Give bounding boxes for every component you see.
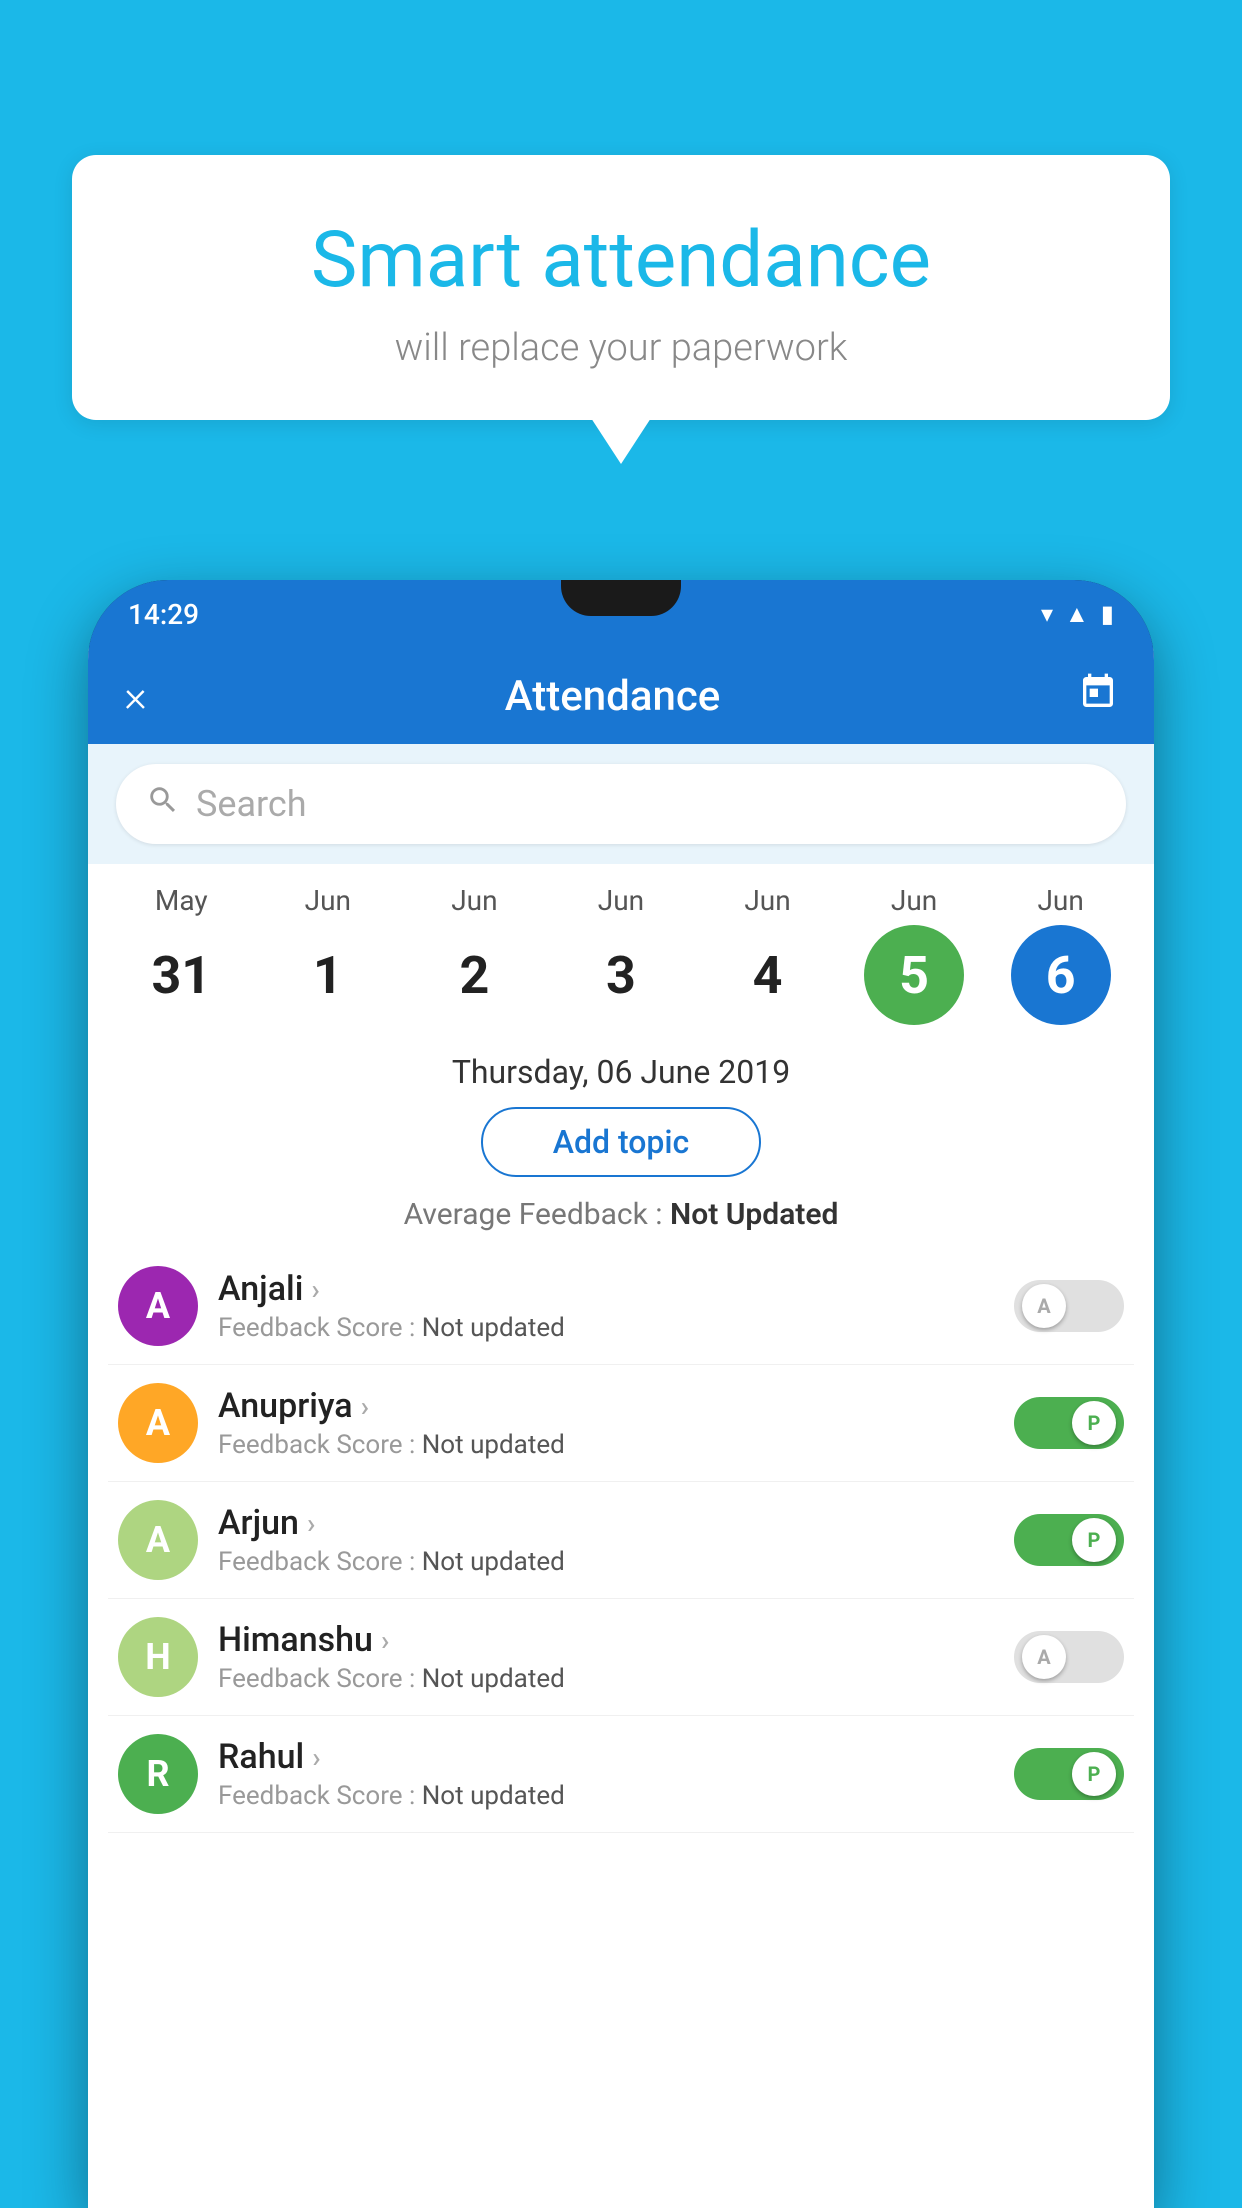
date-month: May <box>155 884 208 917</box>
date-number: 6 <box>1011 925 1111 1025</box>
date-number: 4 <box>718 925 818 1025</box>
signal-icon: ▲ <box>1065 600 1089 629</box>
search-bar[interactable]: Search <box>116 764 1126 844</box>
student-info: Anjali › Feedback Score : Not updated <box>218 1269 1014 1343</box>
student-avatar: A <box>118 1383 198 1463</box>
chevron-icon: › <box>312 1741 320 1774</box>
date-strip: May 31 Jun 1 Jun 2 Jun 3 Jun 4 Jun 5 Jun 6 <box>88 864 1154 1025</box>
student-info: Rahul › Feedback Score : Not updated <box>218 1737 1014 1811</box>
chevron-icon: › <box>311 1273 319 1306</box>
speech-bubble-title: Smart attendance <box>112 215 1130 306</box>
student-item-0[interactable]: AAnjali ›Feedback Score : Not updatedA <box>108 1248 1134 1365</box>
attendance-toggle-container[interactable]: P <box>1014 1748 1124 1800</box>
date-number: 1 <box>278 925 378 1025</box>
date-item-1[interactable]: Jun 1 <box>263 884 393 1025</box>
date-item-0[interactable]: May 31 <box>116 884 246 1025</box>
attendance-toggle-container[interactable]: A <box>1014 1631 1124 1683</box>
attendance-toggle[interactable]: A <box>1014 1631 1124 1683</box>
student-name: Anjali › <box>218 1269 1014 1309</box>
date-number: 3 <box>571 925 671 1025</box>
toggle-knob: P <box>1072 1752 1116 1796</box>
student-info: Himanshu › Feedback Score : Not updated <box>218 1620 1014 1694</box>
search-icon <box>146 783 180 826</box>
toggle-knob: P <box>1072 1401 1116 1445</box>
student-feedback: Feedback Score : Not updated <box>218 1313 1014 1343</box>
date-number: 31 <box>131 925 231 1025</box>
date-month: Jun <box>451 884 497 917</box>
date-month: Jun <box>891 884 937 917</box>
student-name: Anupriya › <box>218 1386 1014 1426</box>
student-info: Arjun › Feedback Score : Not updated <box>218 1503 1014 1577</box>
app-header: × Attendance <box>88 648 1154 744</box>
attendance-toggle-container[interactable]: P <box>1014 1397 1124 1449</box>
attendance-toggle[interactable]: P <box>1014 1514 1124 1566</box>
close-button[interactable]: × <box>124 670 147 722</box>
attendance-toggle-container[interactable]: P <box>1014 1514 1124 1566</box>
student-feedback: Feedback Score : Not updated <box>218 1547 1014 1577</box>
student-avatar: H <box>118 1617 198 1697</box>
student-name: Rahul › <box>218 1737 1014 1777</box>
calendar-icon[interactable] <box>1078 672 1118 721</box>
student-avatar: R <box>118 1734 198 1814</box>
speech-bubble-subtitle: will replace your paperwork <box>112 326 1130 370</box>
attendance-toggle[interactable]: P <box>1014 1397 1124 1449</box>
chevron-icon: › <box>381 1624 389 1657</box>
student-info: Anupriya › Feedback Score : Not updated <box>218 1386 1014 1460</box>
date-item-3[interactable]: Jun 3 <box>556 884 686 1025</box>
status-time: 14:29 <box>128 598 199 631</box>
phone-screen: × Attendance Search May 31 Jun 1 Jun 2 Jun 3 Jun <box>88 648 1154 2208</box>
student-name: Arjun › <box>218 1503 1014 1543</box>
date-item-6[interactable]: Jun 6 <box>996 884 1126 1025</box>
student-name: Himanshu › <box>218 1620 1014 1660</box>
add-topic-button[interactable]: Add topic <box>481 1107 761 1177</box>
toggle-knob: A <box>1022 1635 1066 1679</box>
speech-bubble: Smart attendance will replace your paper… <box>72 155 1170 420</box>
header-title: Attendance <box>505 672 720 721</box>
speech-bubble-container: Smart attendance will replace your paper… <box>72 155 1170 420</box>
attendance-toggle[interactable]: A <box>1014 1280 1124 1332</box>
date-month: Jun <box>1037 884 1083 917</box>
wifi-icon: ▾ <box>1041 600 1053 628</box>
student-item-2[interactable]: A Arjun › Feedback Score : Not updated P <box>108 1482 1134 1599</box>
avg-feedback: Average Feedback : Not Updated <box>88 1197 1154 1232</box>
date-item-4[interactable]: Jun 4 <box>703 884 833 1025</box>
student-feedback: Feedback Score : Not updated <box>218 1430 1014 1460</box>
date-number: 5 <box>864 925 964 1025</box>
chevron-icon: › <box>361 1390 369 1423</box>
date-item-2[interactable]: Jun 2 <box>409 884 539 1025</box>
date-month: Jun <box>744 884 790 917</box>
selected-date-label: Thursday, 06 June 2019 <box>88 1053 1154 1091</box>
status-icons: ▾ ▲ ▮ <box>1041 600 1114 629</box>
date-item-5[interactable]: Jun 5 <box>849 884 979 1025</box>
phone-notch <box>561 580 681 616</box>
student-item-1[interactable]: A Anupriya › Feedback Score : Not updated P <box>108 1365 1134 1482</box>
attendance-toggle[interactable]: P <box>1014 1748 1124 1800</box>
student-list: AAnjali ›Feedback Score : Not updatedAAA… <box>88 1248 1154 1833</box>
battery-icon: ▮ <box>1101 600 1114 628</box>
student-avatar: A <box>118 1500 198 1580</box>
student-item-3[interactable]: H Himanshu › Feedback Score : Not updated A <box>108 1599 1134 1716</box>
search-container: Search <box>88 744 1154 864</box>
phone-frame: 14:29 ▾ ▲ ▮ × Attendance <box>88 580 1154 2208</box>
student-item-4[interactable]: R Rahul › Feedback Score : Not updated P <box>108 1716 1134 1833</box>
student-feedback: Feedback Score : Not updated <box>218 1664 1014 1694</box>
student-feedback: Feedback Score : Not updated <box>218 1781 1014 1811</box>
date-number: 2 <box>424 925 524 1025</box>
attendance-toggle-container[interactable]: A <box>1014 1280 1124 1332</box>
chevron-icon: › <box>307 1507 315 1540</box>
toggle-knob: A <box>1022 1284 1066 1328</box>
search-placeholder: Search <box>196 783 307 825</box>
toggle-knob: P <box>1072 1518 1116 1562</box>
date-month: Jun <box>305 884 351 917</box>
date-month: Jun <box>598 884 644 917</box>
student-avatar: A <box>118 1266 198 1346</box>
